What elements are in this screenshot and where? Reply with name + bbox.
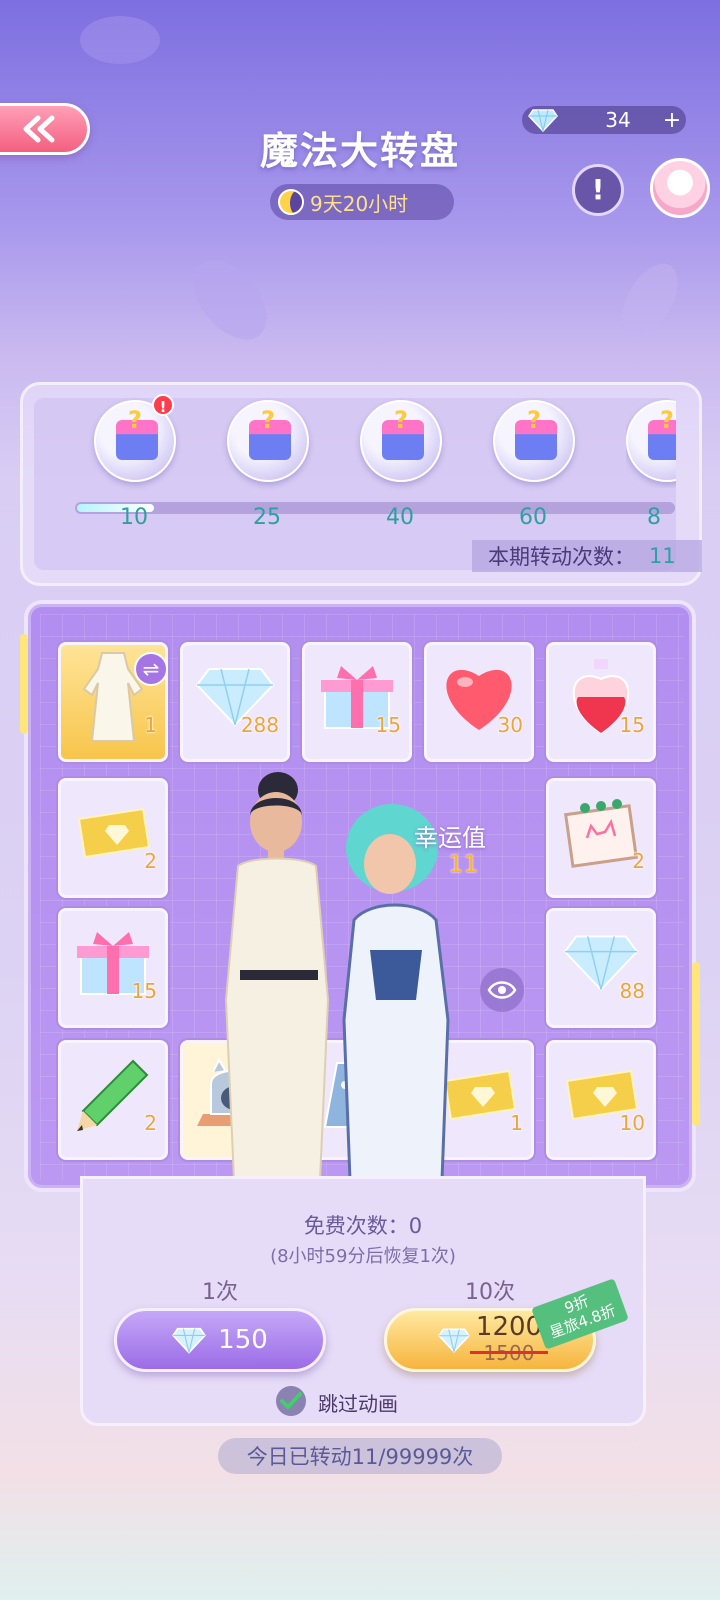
prize-count: 30 (497, 713, 523, 737)
prize-count: 2 (144, 1111, 157, 1135)
event-timer-text: 9天20小时 (310, 191, 409, 216)
prize-cell-diamond[interactable]: 88 (546, 908, 656, 1028)
prize-count: 1 (144, 713, 157, 737)
free-draws-text: 免费次数：0 (303, 1214, 423, 1238)
gift-box-icon (249, 406, 291, 460)
moon-icon (278, 189, 304, 215)
event-timer: 9天20小时 (270, 184, 454, 220)
ten-draw-original-price: 1500 (469, 1341, 549, 1365)
skip-animation-checkbox[interactable] (276, 1386, 306, 1416)
milestone-label: 40 (386, 505, 414, 530)
period-spin-count-value: 11 (649, 544, 676, 568)
prize-cell-gift-box[interactable]: 15 (58, 908, 168, 1028)
milestone-label: 25 (253, 505, 281, 530)
prize-count: 2 (144, 849, 157, 873)
eye-icon (487, 981, 517, 999)
luck-value-number: 11 (448, 850, 479, 878)
single-draw-price: 150 (218, 1325, 268, 1355)
add-diamond-button[interactable]: + (658, 108, 686, 133)
diamond-icon (437, 1328, 470, 1353)
side-handle (20, 634, 28, 734)
cat-calendar-icon (563, 799, 639, 869)
prize-count: 15 (619, 713, 645, 737)
free-recover-text: (8小时59分后恢复1次) (270, 1246, 456, 1267)
prize-cell-heart-bottle[interactable]: 15 (546, 642, 656, 762)
period-spin-count: 本期转动次数： 11 (472, 540, 702, 572)
prize-count: 88 (619, 979, 645, 1003)
milestone-reward-80-clip (626, 398, 676, 488)
ten-draw-price: 1200 (475, 1312, 543, 1342)
prize-cell-cat-calendar[interactable]: 2 (546, 778, 656, 898)
prize-cell-ticket[interactable]: 2 (58, 778, 168, 898)
prize-count: 1 (510, 1111, 523, 1135)
character-white-robe (224, 772, 330, 1180)
single-draw-button[interactable]: 150 (114, 1308, 326, 1372)
prize-cell-ticket[interactable]: 10 (546, 1040, 656, 1160)
gift-box-icon (116, 406, 158, 460)
prize-count: 15 (131, 979, 157, 1003)
info-button[interactable]: ! (572, 164, 624, 216)
prize-count: 10 (619, 1111, 645, 1135)
single-draw-label: 1次 (202, 1280, 238, 1305)
diamond-currency: 34 + (522, 106, 686, 134)
luck-value-label: 幸运值 (414, 824, 486, 852)
mascot-avatar[interactable] (650, 158, 710, 218)
milestone-reward-40[interactable] (360, 400, 442, 482)
prize-count: 288 (240, 713, 279, 737)
prize-cell-diamond[interactable]: 288 (180, 642, 290, 762)
milestone-label: 10 (120, 505, 148, 530)
today-spin-count: 今日已转动11/99999次 (218, 1438, 502, 1474)
gift-box-icon (382, 406, 424, 460)
swap-icon[interactable]: ⇌ (134, 652, 168, 686)
ten-draw-label: 10次 (465, 1280, 515, 1305)
milestone-label: 8 (647, 505, 661, 530)
preview-eye-button[interactable] (480, 968, 524, 1012)
milestone-reward-25[interactable] (227, 400, 309, 482)
prize-cell-pencil[interactable]: 2 (58, 1040, 168, 1160)
gift-box-icon (515, 406, 557, 460)
skip-animation-label[interactable]: 跳过动画 (318, 1388, 398, 1417)
period-spin-count-label: 本期转动次数： (488, 545, 635, 569)
ticket-icon (77, 808, 151, 859)
gift-box-icon (648, 406, 676, 460)
prize-cell-gift-box[interactable]: 15 (302, 642, 412, 762)
prize-count: 2 (632, 849, 645, 873)
check-icon (280, 1392, 302, 1409)
diamond-icon (528, 108, 558, 132)
diamond-amount: 34 (605, 108, 631, 132)
reward-alert-badge: ! (152, 394, 174, 416)
side-handle (692, 962, 700, 1126)
diamond-icon (172, 1327, 207, 1354)
milestone-reward-60[interactable] (493, 400, 575, 482)
pencil-icon (77, 1060, 149, 1132)
prize-cell-heart[interactable]: 30 (424, 642, 534, 762)
milestone-reward-80[interactable] (626, 400, 676, 482)
milestone-label: 60 (519, 505, 547, 530)
prize-count: 15 (375, 713, 401, 737)
